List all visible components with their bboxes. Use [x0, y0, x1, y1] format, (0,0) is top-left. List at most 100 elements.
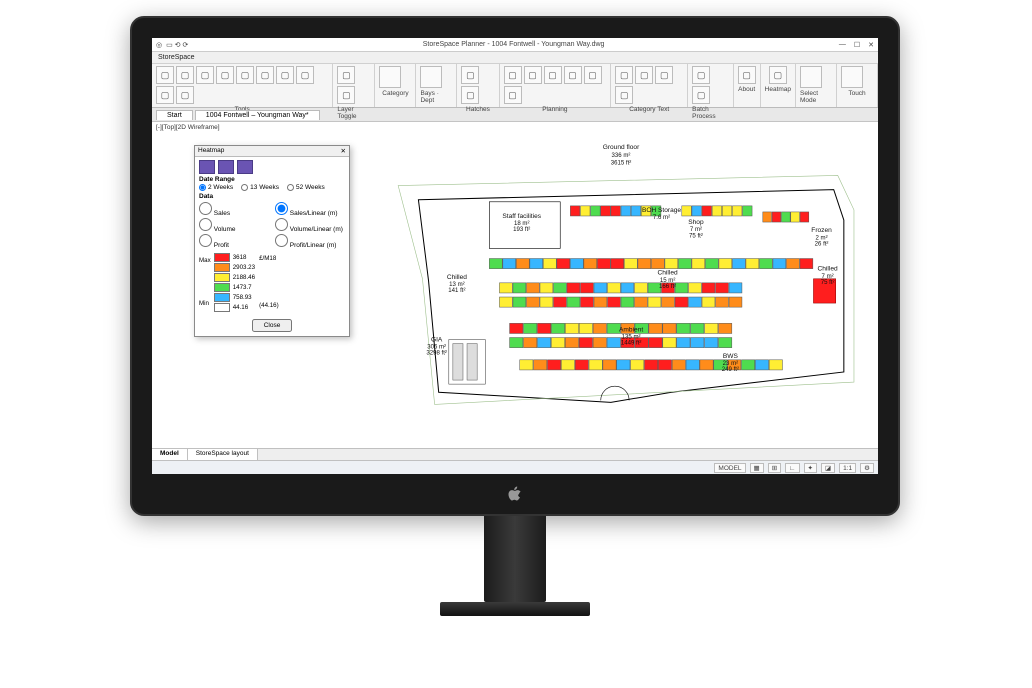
date-radio-52-weeks[interactable]: 52 Weeks: [287, 184, 325, 191]
svg-text:75 ft²: 75 ft²: [821, 280, 835, 286]
fixture: [553, 297, 566, 307]
fixture: [567, 297, 580, 307]
tools-button-5[interactable]: ▢: [256, 66, 274, 84]
heatmap-button-0[interactable]: ▢: [769, 66, 787, 84]
status-mode[interactable]: MODEL: [714, 463, 745, 473]
bays-dept-icon[interactable]: [420, 66, 442, 88]
layout-tabs: Model StoreSpace layout: [152, 448, 878, 460]
window-close[interactable]: ✕: [868, 41, 874, 49]
layer-toggle-button-1[interactable]: ▢: [337, 86, 355, 104]
fixture: [584, 259, 597, 269]
tools-button-2[interactable]: ▢: [196, 66, 214, 84]
fixture: [579, 338, 592, 348]
hatches-button-0[interactable]: ▢: [461, 66, 479, 84]
status-osnap-icon[interactable]: ◪: [821, 463, 835, 473]
tools-button-9[interactable]: ▢: [176, 86, 194, 104]
category-icon[interactable]: [379, 66, 401, 88]
fixture: [621, 297, 634, 307]
fixture: [594, 297, 607, 307]
fixture: [692, 206, 702, 216]
fixture: [675, 283, 688, 293]
fixture: [781, 212, 790, 222]
fixture: [526, 297, 539, 307]
planning-button-4[interactable]: ▢: [584, 66, 602, 84]
ribbon-tab-storespace[interactable]: StoreSpace: [158, 54, 195, 61]
planning-button-3[interactable]: ▢: [564, 66, 582, 84]
status-ortho-icon[interactable]: ∟: [785, 463, 799, 473]
ribbon-group-batch-process: ▢▢Batch Process: [688, 64, 734, 107]
metric-radio-sales[interactable]: Sales: [199, 202, 269, 217]
ribbon-group-hatches: ▢▢Hatches: [457, 64, 499, 107]
batch-process-button-1[interactable]: ▢: [692, 86, 710, 104]
metric-radio-volume-linear-m-[interactable]: Volume/Linear (m): [275, 218, 345, 233]
heatmap-mode-a-button[interactable]: [199, 160, 215, 174]
planning-button-2[interactable]: ▢: [544, 66, 562, 84]
heatmap-close-button[interactable]: Close: [252, 319, 293, 332]
svg-text:336 m²: 336 m²: [612, 153, 631, 159]
doc-tab-active[interactable]: 1004 Fontwell – Youngman Way*: [195, 110, 320, 120]
drawing-canvas[interactable]: Heatmap ✕ Date Range 2 Weeks 13 Weeks 52…: [152, 133, 878, 461]
layer-toggle-button-0[interactable]: ▢: [337, 66, 355, 84]
fixture: [773, 259, 786, 269]
status-grid-icon[interactable]: ▦: [750, 463, 764, 473]
legend-swatch: 2188.46: [214, 272, 255, 282]
planning-button-5[interactable]: ▢: [504, 86, 522, 104]
metric-radio-profit-linear-m-[interactable]: Profit/Linear (m): [275, 234, 345, 249]
fixture: [702, 206, 712, 216]
tools-button-7[interactable]: ▢: [296, 66, 314, 84]
category-text-button-2[interactable]: ▢: [655, 66, 673, 84]
window-maximize[interactable]: ☐: [854, 41, 860, 49]
tools-button-4[interactable]: ▢: [236, 66, 254, 84]
metric-radio-profit[interactable]: Profit: [199, 234, 269, 249]
hatches-button-1[interactable]: ▢: [461, 86, 479, 104]
fixture: [607, 338, 620, 348]
status-gear-icon[interactable]: ⚙: [860, 463, 874, 473]
planning-button-0[interactable]: ▢: [504, 66, 522, 84]
tools-button-6[interactable]: ▢: [276, 66, 294, 84]
fixture: [743, 206, 753, 216]
room-label-frozen: Frozen2 m²26 ft²: [811, 227, 832, 247]
heatmap-dialog-close-icon[interactable]: ✕: [341, 147, 346, 155]
tools-button-1[interactable]: ▢: [176, 66, 194, 84]
date-radio-13-weeks[interactable]: 13 Weeks: [241, 184, 279, 191]
window-minimize[interactable]: —: [839, 41, 846, 49]
doc-tab-start[interactable]: Start: [156, 110, 193, 120]
heatmap-mode-c-button[interactable]: [237, 160, 253, 174]
legend-swatch: 758.93: [214, 292, 255, 302]
batch-process-button-0[interactable]: ▢: [692, 66, 710, 84]
fixture: [729, 297, 742, 307]
room-label-chilledL: Chilled13 m²141 ft²: [447, 274, 467, 294]
fixture: [543, 259, 556, 269]
status-scale-icon[interactable]: 1:1: [839, 463, 856, 473]
status-snap-icon[interactable]: ⊞: [768, 463, 781, 473]
date-radio-2-weeks[interactable]: 2 Weeks: [199, 184, 233, 191]
fixture: [702, 297, 715, 307]
about-button-0[interactable]: ▢: [738, 66, 756, 84]
heatmap-mode-b-button[interactable]: [218, 160, 234, 174]
tools-button-8[interactable]: ▢: [156, 86, 174, 104]
metric-radio-sales-linear-m-[interactable]: Sales/Linear (m): [275, 202, 345, 217]
touch-icon[interactable]: [841, 66, 863, 88]
legend-low-note: (44.16): [259, 302, 279, 309]
status-polar-icon[interactable]: ✦: [804, 463, 817, 473]
tools-button-3[interactable]: ▢: [216, 66, 234, 84]
fixture: [553, 283, 566, 293]
ribbon-group-about: ▢About: [734, 64, 761, 107]
monitor-frame: ◎ ▭ ⟲ ⟳ StoreSpace Planner - 1004 Fontwe…: [130, 16, 900, 516]
category-text-button-0[interactable]: ▢: [615, 66, 633, 84]
fixture: [649, 323, 662, 333]
fixture: [580, 297, 593, 307]
fixture: [611, 259, 624, 269]
planning-button-1[interactable]: ▢: [524, 66, 542, 84]
layout-tab[interactable]: StoreSpace layout: [188, 449, 258, 460]
ribbon-label: Planning: [542, 106, 567, 113]
svg-text:GIA: GIA: [431, 337, 443, 344]
metric-radio-volume[interactable]: Volume: [199, 218, 269, 233]
fixture: [677, 323, 690, 333]
model-tab[interactable]: Model: [152, 449, 188, 460]
category-text-button-1[interactable]: ▢: [635, 66, 653, 84]
select-mode-icon[interactable]: [800, 66, 822, 88]
category-text-button-3[interactable]: ▢: [615, 86, 633, 104]
fixture: [631, 360, 644, 370]
tools-button-0[interactable]: ▢: [156, 66, 174, 84]
